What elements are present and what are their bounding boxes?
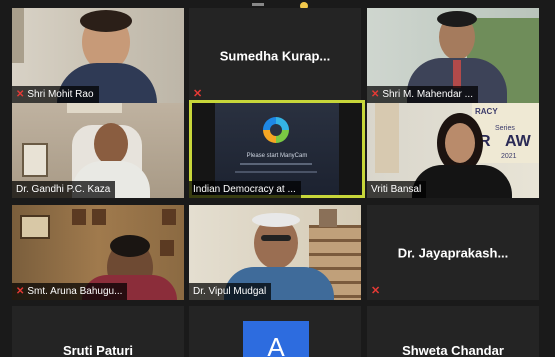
participant-name-label: Dr. Vipul Mudgal xyxy=(189,283,272,300)
microphone-muted-icon: ✕ xyxy=(371,89,380,100)
microphone-muted-icon: ✕ xyxy=(16,286,25,297)
participant-name-label: Dr. Gandhi P.C. Kaza xyxy=(12,181,116,198)
participant-name-label: ✕ Shri M. Mahendar ... xyxy=(367,86,478,103)
participant-name-label: Vriti Bansal xyxy=(367,181,427,198)
participant-name: Vriti Bansal xyxy=(371,184,422,195)
participant-name: Shri Mohit Rao xyxy=(27,89,94,100)
backdrop-text: AW xyxy=(505,133,531,150)
participant-tile-4[interactable]: Dr. Gandhi P.C. Kaza xyxy=(12,103,184,198)
backdrop-text: 2021 xyxy=(501,153,517,160)
participant-tile-1[interactable]: ✕ Shri Mohit Rao xyxy=(12,8,184,103)
participant-tile-11[interactable]: A xyxy=(189,306,361,357)
microphone-muted-icon: ✕ xyxy=(371,285,381,297)
avatar: A xyxy=(243,321,309,357)
participant-name: Indian Democracy at ... xyxy=(193,184,296,195)
participant-tile-10[interactable]: Sruti Paturi xyxy=(12,306,184,357)
participant-tile-5-active-speaker[interactable]: Please start ManyCam Indian Democracy at… xyxy=(189,100,365,198)
participant-name-label: ✕ Smt. Aruna Bahugu... xyxy=(12,283,128,300)
participant-name: Sumedha Kurap... xyxy=(219,48,331,63)
microphone-muted-icon: ✕ xyxy=(16,89,25,100)
top-toolbar-indicator xyxy=(252,3,264,6)
backdrop-text: RACY xyxy=(475,107,498,116)
participant-name: Shweta Chandar xyxy=(402,343,504,357)
screen-message: Please start ManyCam xyxy=(246,153,308,159)
participant-name: Dr. Gandhi P.C. Kaza xyxy=(16,184,111,195)
participant-name: Shri M. Mahendar ... xyxy=(382,89,473,100)
backdrop-text: Series xyxy=(495,125,515,132)
participant-name-label: ✕ Shri Mohit Rao xyxy=(12,86,99,103)
participant-tile-8[interactable]: Dr. Vipul Mudgal xyxy=(189,205,361,300)
participant-tile-7[interactable]: ✕ Smt. Aruna Bahugu... xyxy=(12,205,184,300)
participant-name: Sruti Paturi xyxy=(62,343,134,357)
participant-name: Smt. Aruna Bahugu... xyxy=(27,286,123,297)
participant-tile-12[interactable]: Shweta Chandar xyxy=(367,306,539,357)
microphone-muted-icon: ✕ xyxy=(193,88,203,100)
participant-tile-9[interactable]: Dr. Jayaprakash... ✕ xyxy=(367,205,539,300)
participant-tile-6[interactable]: RACY Series R AW 2021 Vriti Bansal xyxy=(367,103,539,198)
participant-name-label: Indian Democracy at ... xyxy=(189,181,301,198)
participant-tile-2[interactable]: Sumedha Kurap... ✕ xyxy=(189,8,361,103)
participant-name: Dr. Jayaprakash... xyxy=(397,245,509,260)
participant-tile-3[interactable]: ✕ Shri M. Mahendar ... xyxy=(367,8,539,103)
zoom-gallery-view: { "participants": [ {"name": "Shri Mohit… xyxy=(0,0,555,357)
participant-name: Dr. Vipul Mudgal xyxy=(193,286,267,297)
